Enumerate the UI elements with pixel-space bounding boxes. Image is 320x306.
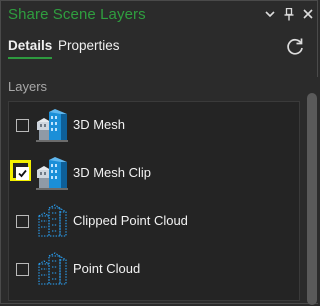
layer-checkbox[interactable] <box>16 167 29 180</box>
chevron-down-icon[interactable] <box>263 7 277 21</box>
pane-title: Share Scene Layers <box>8 6 146 23</box>
layer-label: Point Cloud <box>73 261 141 276</box>
layers-section-label: Layers <box>8 79 48 94</box>
layer-label: Clipped Point Cloud <box>73 213 188 228</box>
layer-checkbox[interactable] <box>16 263 29 276</box>
share-scene-layers-pane: Share Scene Layers Details Properties La… <box>0 0 319 305</box>
point-cloud-layer-icon <box>34 204 70 240</box>
list-item[interactable]: Point Cloud <box>9 246 299 294</box>
list-item[interactable]: 3D Mesh Clip <box>9 150 299 198</box>
mesh-layer-icon <box>34 108 70 144</box>
pane-titlebar: Share Scene Layers <box>1 1 319 31</box>
tab-details[interactable]: Details <box>8 38 53 59</box>
layer-label: 3D Mesh <box>73 117 126 132</box>
layer-checkbox[interactable] <box>16 215 29 228</box>
point-cloud-layer-icon <box>34 252 70 288</box>
layer-checkbox[interactable] <box>16 119 29 132</box>
refresh-icon[interactable] <box>285 37 305 57</box>
tab-properties[interactable]: Properties <box>58 38 120 57</box>
pin-icon[interactable] <box>282 7 296 21</box>
scrollbar-thumb[interactable] <box>307 93 317 305</box>
close-icon[interactable] <box>301 7 315 21</box>
list-item[interactable]: 3D Mesh <box>9 102 299 150</box>
pane-tabs: Details Properties <box>1 35 319 63</box>
layer-label: 3D Mesh Clip <box>73 165 152 180</box>
layers-list: 3D Mesh 3D Mesh Clip Clipped Point Cloud… <box>8 101 300 301</box>
mesh-layer-icon <box>34 156 70 192</box>
list-item[interactable]: Clipped Point Cloud <box>9 198 299 246</box>
